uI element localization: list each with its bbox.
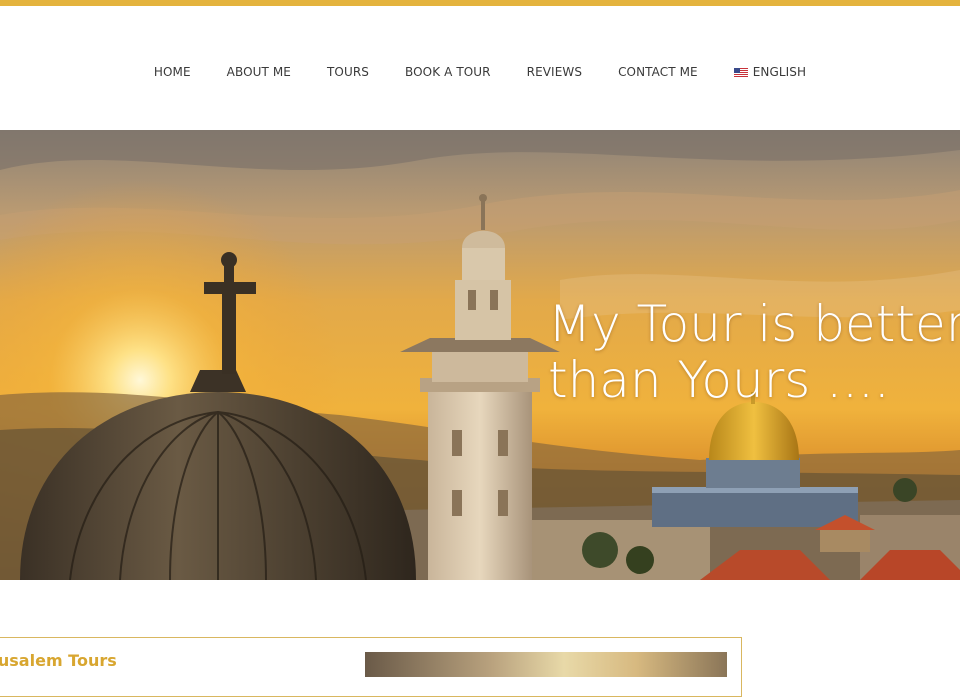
language-selector[interactable]: ENGLISH	[733, 65, 807, 79]
hero-headline-line-2: than Yours ....	[548, 351, 890, 409]
hero-banner: My Tour is better than Yours ....	[0, 130, 960, 580]
nav-reviews[interactable]: REVIEWS	[527, 65, 582, 79]
tour-card-title[interactable]: rusalem Tours	[0, 651, 117, 670]
top-accent-bar	[0, 0, 960, 6]
nav-book-a-tour[interactable]: BOOK A TOUR	[405, 65, 491, 79]
nav-about-me[interactable]: ABOUT ME	[227, 65, 291, 79]
tour-card-image	[365, 652, 727, 677]
us-flag-icon	[733, 67, 748, 77]
hero-headline-line-1: My Tour is better	[548, 295, 960, 353]
nav-home[interactable]: HOME	[154, 65, 191, 79]
language-label: ENGLISH	[752, 65, 807, 79]
hero-headline: My Tour is better than Yours ....	[548, 296, 960, 408]
nav-tours[interactable]: TOURS	[327, 65, 369, 79]
nav-contact-me[interactable]: CONTACT ME	[618, 65, 698, 79]
main-navigation: HOME ABOUT ME TOURS BOOK A TOUR REVIEWS …	[0, 60, 960, 84]
